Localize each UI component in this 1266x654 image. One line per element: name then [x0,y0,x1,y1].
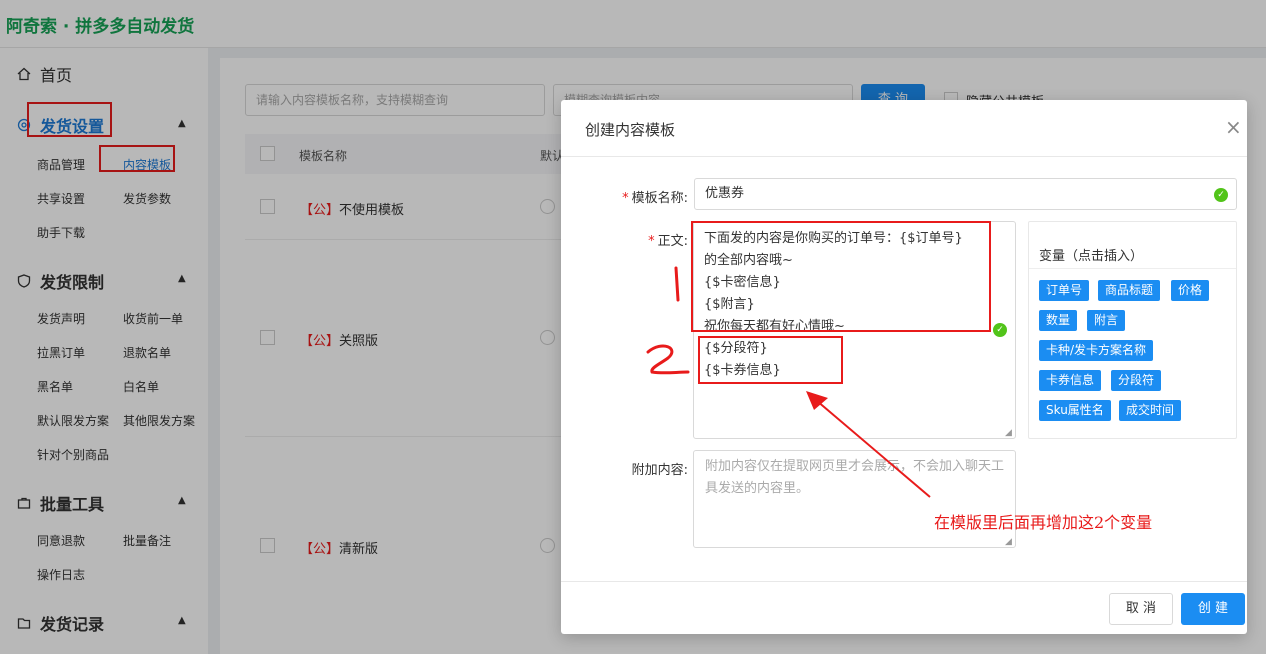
extra-content-placeholder: 附加内容仅在提取网页里才会展示，不会加入聊天工具发送的内容里。 [705,459,1005,496]
variable-chip[interactable]: 附言 [1087,310,1126,331]
check-circle-icon: ✓ [993,323,1007,337]
variable-chip[interactable]: 商品标题 [1098,280,1161,301]
modal-title: 创建内容模板 [585,121,676,139]
variable-chip[interactable]: 分段符 [1111,370,1162,391]
annotation-box-1 [691,221,991,332]
cancel-button[interactable]: 取 消 [1109,593,1173,625]
variable-chip[interactable]: 价格 [1171,280,1210,301]
resize-handle-icon[interactable]: ◢ [1005,537,1012,547]
close-icon[interactable]: × [1225,117,1242,137]
template-name-input[interactable]: 优惠券 [694,178,1237,210]
variable-chip[interactable]: 成交时间 [1119,400,1182,421]
create-button[interactable]: 创 建 [1181,593,1245,625]
modal-divider [561,581,1247,582]
variable-chip[interactable]: 卡券信息 [1039,370,1102,391]
annotation-note: 在模版里后面再增加这2个变量 [934,513,1153,532]
annotation-box-2 [698,336,843,384]
variable-chip[interactable]: 订单号 [1039,280,1090,301]
body-label: * 正文: [648,234,688,249]
template-name-label: * 模板名称: [622,191,688,206]
check-circle-icon: ✓ [1214,188,1228,202]
variables-title: 变量（点击插入） [1039,249,1144,264]
variable-chip[interactable]: 卡种/发卡方案名称 [1039,340,1154,361]
variable-chip[interactable]: 数量 [1039,310,1078,331]
variable-chip[interactable]: Sku属性名 [1039,400,1111,421]
extra-content-label: 附加内容: [631,463,688,478]
modal-divider [561,156,1247,157]
resize-handle-icon[interactable]: ◢ [1005,428,1012,438]
variables-divider [1029,268,1236,269]
